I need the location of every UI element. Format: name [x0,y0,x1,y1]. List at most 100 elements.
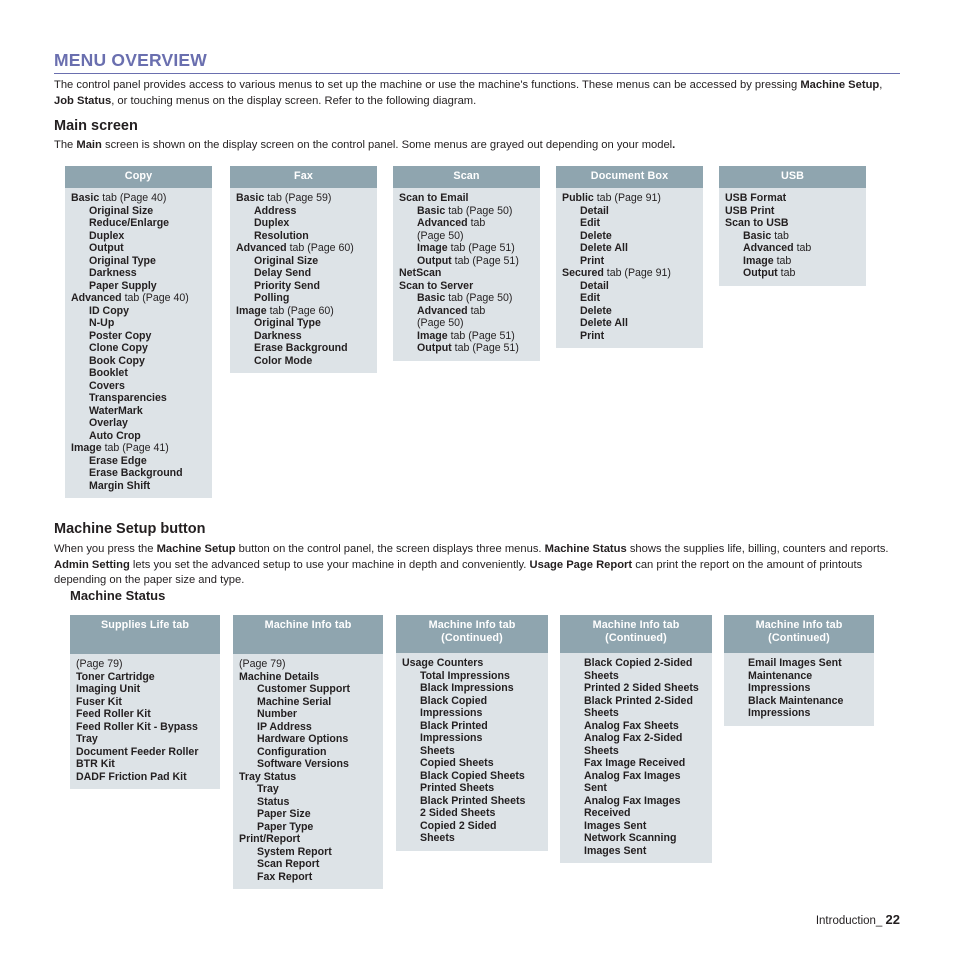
menu-item[interactable]: Black Printed 2-Sided [566,695,708,708]
menu-item[interactable]: NetScan [399,267,536,280]
menu-item[interactable]: Covers [71,380,208,393]
menu-item[interactable]: Output tab (Page 51) [399,255,536,268]
menu-item[interactable]: Priority Send [236,280,373,293]
menu-item[interactable]: Original Size [71,205,208,218]
menu-item[interactable]: (Page 50) [399,317,536,330]
menu-item[interactable]: Reduce/Enlarge [71,217,208,230]
menu-item[interactable]: Original Type [71,255,208,268]
menu-item[interactable]: Machine Details [239,671,379,684]
menu-item[interactable]: Analog Fax Sheets [566,720,708,733]
menu-item[interactable]: Sheets [566,707,708,720]
menu-item[interactable]: Analog Fax 2-Sided [566,732,708,745]
menu-item[interactable]: Image tab [725,255,862,268]
menu-item[interactable]: Edit [562,217,699,230]
menu-item[interactable]: Status [239,796,379,809]
menu-item[interactable]: Color Mode [236,355,373,368]
menu-item[interactable]: Fuser Kit [76,696,216,709]
menu-item[interactable]: Machine Serial [239,696,379,709]
menu-item[interactable]: 2 Sided Sheets [402,807,544,820]
menu-item[interactable]: Black Maintenance [730,695,870,708]
menu-item[interactable]: Advanced tab (Page 40) [71,292,208,305]
menu-item[interactable]: Black Copied [402,695,544,708]
menu-item[interactable]: Images Sent [566,820,708,833]
menu-item[interactable]: Sheets [402,745,544,758]
menu-item[interactable]: Image tab (Page 51) [399,330,536,343]
menu-item[interactable]: Number [239,708,379,721]
menu-item[interactable]: Erase Edge [71,455,208,468]
menu-item[interactable]: Overlay [71,417,208,430]
menu-item[interactable]: IP Address [239,721,379,734]
menu-item[interactable]: Secured tab (Page 91) [562,267,699,280]
menu-item[interactable]: Configuration [239,746,379,759]
menu-item[interactable]: Darkness [71,267,208,280]
menu-item[interactable]: Advanced tab [399,217,536,230]
menu-item[interactable]: Original Type [236,317,373,330]
menu-item[interactable]: Sheets [402,832,544,845]
menu-item[interactable]: (Page 79) [76,658,216,671]
menu-item[interactable]: Scan to Email [399,192,536,205]
menu-item[interactable]: Advanced tab [725,242,862,255]
menu-item[interactable]: Output [71,242,208,255]
menu-item[interactable]: Hardware Options [239,733,379,746]
menu-item[interactable]: Delete All [562,242,699,255]
menu-item[interactable]: Tray [76,733,216,746]
menu-item[interactable]: Advanced tab [399,305,536,318]
menu-item[interactable]: Tray Status [239,771,379,784]
menu-item[interactable]: ID Copy [71,305,208,318]
menu-item[interactable]: Margin Shift [71,480,208,493]
menu-item[interactable]: Advanced tab (Page 60) [236,242,373,255]
menu-item[interactable]: Network Scanning [566,832,708,845]
menu-item[interactable]: WaterMark [71,405,208,418]
menu-item[interactable]: Toner Cartridge [76,671,216,684]
menu-item[interactable]: Detail [562,280,699,293]
menu-item[interactable]: Imaging Unit [76,683,216,696]
menu-item[interactable]: Fax Report [239,871,379,884]
menu-item[interactable]: Software Versions [239,758,379,771]
menu-item[interactable]: Paper Size [239,808,379,821]
menu-item[interactable]: Copied Sheets [402,757,544,770]
menu-item[interactable]: Received [566,807,708,820]
menu-item[interactable]: Duplex [236,217,373,230]
menu-item[interactable]: Impressions [730,682,870,695]
menu-item[interactable]: Usage Counters [402,657,544,670]
menu-item[interactable]: Analog Fax Images [566,770,708,783]
menu-item[interactable]: Image tab (Page 41) [71,442,208,455]
menu-item[interactable]: Transparencies [71,392,208,405]
menu-item[interactable]: Basic tab (Page 50) [399,292,536,305]
menu-item[interactable]: Basic tab (Page 50) [399,205,536,218]
menu-item[interactable]: Printed 2 Sided Sheets [566,682,708,695]
menu-item[interactable]: Delete All [562,317,699,330]
menu-item[interactable]: Public tab (Page 91) [562,192,699,205]
menu-item[interactable]: Black Printed [402,720,544,733]
menu-item[interactable]: Erase Background [236,342,373,355]
menu-item[interactable]: Total Impressions [402,670,544,683]
menu-item[interactable]: Maintenance [730,670,870,683]
menu-item[interactable]: Original Size [236,255,373,268]
menu-item[interactable]: Printed Sheets [402,782,544,795]
menu-item[interactable]: Copied 2 Sided [402,820,544,833]
menu-item[interactable]: Output tab (Page 51) [399,342,536,355]
menu-item[interactable]: Print/Report [239,833,379,846]
menu-item[interactable]: Scan Report [239,858,379,871]
menu-item[interactable]: Basic tab (Page 59) [236,192,373,205]
menu-item[interactable]: Tray [239,783,379,796]
menu-item[interactable]: Detail [562,205,699,218]
menu-item[interactable]: USB Print [725,205,862,218]
menu-item[interactable]: Resolution [236,230,373,243]
menu-item[interactable]: Poster Copy [71,330,208,343]
menu-item[interactable]: Fax Image Received [566,757,708,770]
menu-item[interactable]: Customer Support [239,683,379,696]
menu-item[interactable]: Sheets [566,670,708,683]
menu-item[interactable]: Black Printed Sheets [402,795,544,808]
menu-item[interactable]: Polling [236,292,373,305]
menu-item[interactable]: Delay Send [236,267,373,280]
menu-item[interactable]: Document Feeder Roller [76,746,216,759]
menu-item[interactable]: Print [562,255,699,268]
menu-item[interactable]: Basic tab [725,230,862,243]
menu-item[interactable]: Image tab (Page 60) [236,305,373,318]
menu-item[interactable]: Impressions [730,707,870,720]
menu-item[interactable]: BTR Kit [76,758,216,771]
menu-item[interactable]: Paper Supply [71,280,208,293]
menu-item[interactable]: Delete [562,230,699,243]
menu-item[interactable]: Feed Roller Kit - Bypass [76,721,216,734]
